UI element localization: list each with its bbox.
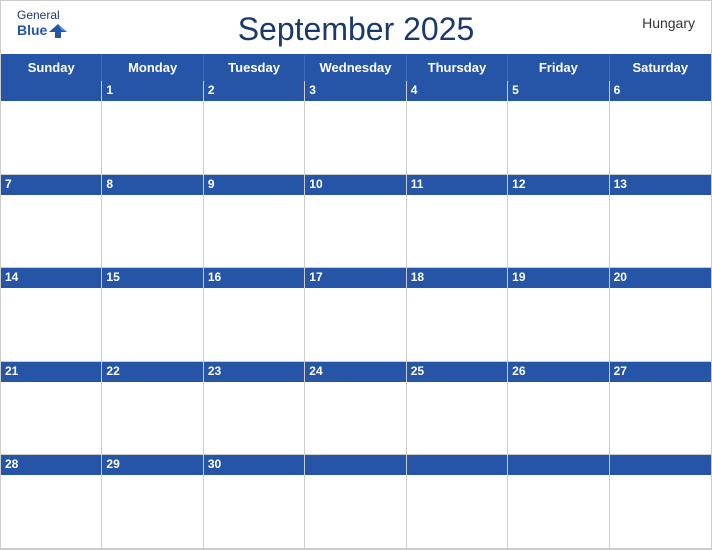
empty-cell-w4-d6 (610, 455, 711, 549)
calendar-header: General Blue September 2025 Hungary (1, 1, 711, 54)
day-cell-29: 29 (102, 455, 203, 549)
logo-bird-icon (49, 22, 67, 40)
day-number-11: 11 (411, 177, 424, 191)
empty-cell-w4-d3 (305, 455, 406, 549)
day-number-10: 10 (309, 177, 322, 191)
day-cell-16: 16 (204, 268, 305, 362)
logo-general-text: General (17, 9, 60, 22)
day-number-3: 3 (309, 83, 316, 97)
empty-cell-w0-d0 (1, 81, 102, 175)
day-cell-9: 9 (204, 175, 305, 269)
day-number-2: 2 (208, 83, 215, 97)
day-cell-22: 22 (102, 362, 203, 456)
day-cell-12: 12 (508, 175, 609, 269)
logo-blue-text: Blue (17, 23, 47, 38)
calendar-container: General Blue September 2025 Hungary Sund… (0, 0, 712, 550)
day-number-24: 24 (309, 364, 322, 378)
day-number-23: 23 (208, 364, 221, 378)
empty-cell-w4-d4 (407, 455, 508, 549)
day-number-17: 17 (309, 270, 322, 284)
day-number-30: 30 (208, 457, 221, 471)
day-header-tuesday: Tuesday (204, 54, 305, 81)
day-number-18: 18 (411, 270, 424, 284)
day-cell-10: 10 (305, 175, 406, 269)
day-cell-24: 24 (305, 362, 406, 456)
day-cell-18: 18 (407, 268, 508, 362)
country-label: Hungary (642, 15, 695, 31)
day-cell-13: 13 (610, 175, 711, 269)
day-cell-30: 30 (204, 455, 305, 549)
day-cell-27: 27 (610, 362, 711, 456)
day-cell-3: 3 (305, 81, 406, 175)
day-cell-28: 28 (1, 455, 102, 549)
day-number-5: 5 (512, 83, 519, 97)
empty-cell-w4-d5 (508, 455, 609, 549)
day-header-sunday: Sunday (1, 54, 102, 81)
day-number-20: 20 (614, 270, 627, 284)
day-cell-21: 21 (1, 362, 102, 456)
day-number-21: 21 (5, 364, 18, 378)
day-number-13: 13 (614, 177, 627, 191)
days-header: Sunday Monday Tuesday Wednesday Thursday… (1, 54, 711, 81)
day-number-25: 25 (411, 364, 424, 378)
day-cell-25: 25 (407, 362, 508, 456)
day-number-29: 29 (106, 457, 119, 471)
day-cell-23: 23 (204, 362, 305, 456)
day-cell-26: 26 (508, 362, 609, 456)
calendar-title: September 2025 (238, 11, 475, 48)
day-number-4: 4 (411, 83, 418, 97)
logo: General Blue (17, 9, 67, 40)
day-cell-1: 1 (102, 81, 203, 175)
day-number-1: 1 (106, 83, 113, 97)
day-number-16: 16 (208, 270, 221, 284)
day-header-saturday: Saturday (610, 54, 711, 81)
day-number-27: 27 (614, 364, 627, 378)
day-cell-19: 19 (508, 268, 609, 362)
day-cell-14: 14 (1, 268, 102, 362)
day-cell-11: 11 (407, 175, 508, 269)
day-number-26: 26 (512, 364, 525, 378)
day-number-9: 9 (208, 177, 215, 191)
day-number-22: 22 (106, 364, 119, 378)
day-number-28: 28 (5, 457, 18, 471)
day-header-friday: Friday (508, 54, 609, 81)
day-number-8: 8 (106, 177, 113, 191)
day-number-12: 12 (512, 177, 525, 191)
day-header-thursday: Thursday (407, 54, 508, 81)
day-cell-2: 2 (204, 81, 305, 175)
day-cell-20: 20 (610, 268, 711, 362)
day-cell-17: 17 (305, 268, 406, 362)
day-header-wednesday: Wednesday (305, 54, 406, 81)
day-number-15: 15 (106, 270, 119, 284)
day-number-7: 7 (5, 177, 12, 191)
day-number-14: 14 (5, 270, 18, 284)
day-cell-7: 7 (1, 175, 102, 269)
day-number-6: 6 (614, 83, 621, 97)
day-cell-4: 4 (407, 81, 508, 175)
day-header-monday: Monday (102, 54, 203, 81)
day-cell-15: 15 (102, 268, 203, 362)
calendar-grid: 1234567891011121314151617181920212223242… (1, 81, 711, 549)
day-cell-6: 6 (610, 81, 711, 175)
day-cell-5: 5 (508, 81, 609, 175)
day-cell-8: 8 (102, 175, 203, 269)
day-number-19: 19 (512, 270, 525, 284)
